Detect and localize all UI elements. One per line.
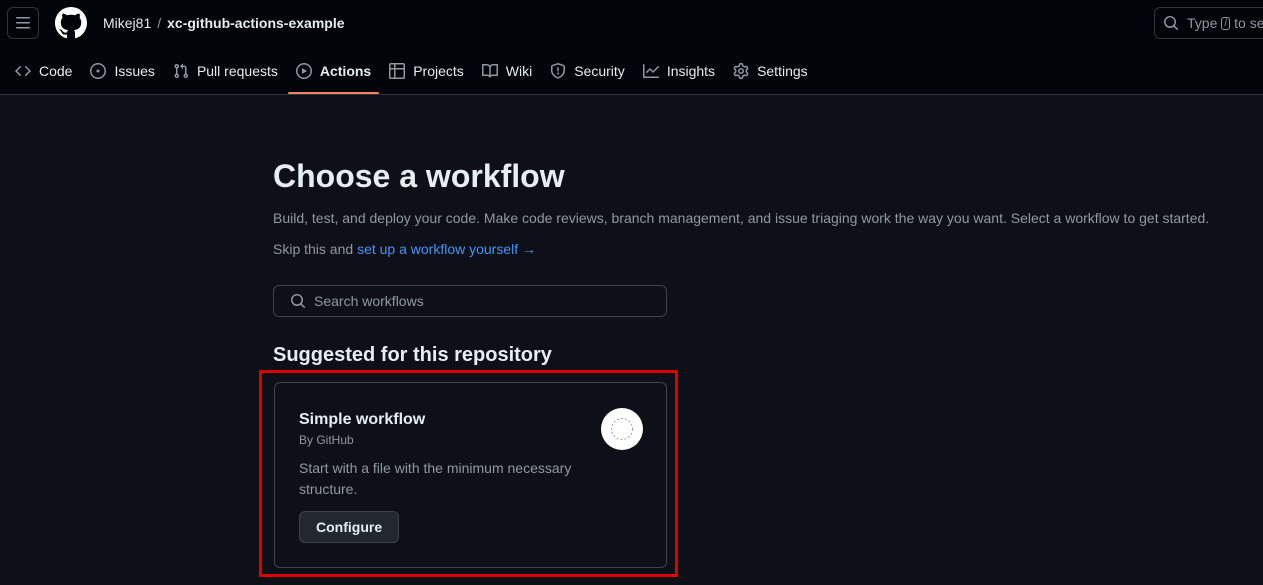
workflow-search-field[interactable] xyxy=(273,285,667,317)
play-icon xyxy=(295,63,312,79)
skip-line: Skip this and set up a workflow yourself… xyxy=(273,239,536,259)
code-icon xyxy=(15,63,31,79)
search-shortcut-key: / xyxy=(1221,16,1231,30)
tab-label: Actions xyxy=(319,63,372,79)
breadcrumb: Mikej81 / xc-github-actions-example xyxy=(103,14,345,32)
page-description: Build, test, and deploy your code. Make … xyxy=(273,210,1210,226)
tab-settings[interactable]: Settings xyxy=(725,52,816,90)
tab-label: Insights xyxy=(666,63,716,79)
setup-workflow-yourself-link[interactable]: set up a workflow yourself xyxy=(357,241,518,257)
breadcrumb-owner[interactable]: Mikej81 xyxy=(103,15,151,31)
issue-opened-icon xyxy=(90,63,107,79)
github-logo-icon[interactable] xyxy=(55,7,87,39)
tab-projects[interactable]: Projects xyxy=(381,52,472,90)
tab-actions[interactable]: Actions xyxy=(287,52,380,94)
highlight-box xyxy=(259,370,678,577)
skip-prefix: Skip this and xyxy=(273,241,354,257)
tab-insights[interactable]: Insights xyxy=(635,52,723,90)
tab-code[interactable]: Code xyxy=(7,52,80,90)
tab-label: Wiki xyxy=(505,63,533,79)
book-icon xyxy=(481,63,498,79)
hamburger-icon xyxy=(16,17,30,29)
tab-pull-requests[interactable]: Pull requests xyxy=(165,52,286,90)
app-header: Mikej81 / xc-github-actions-example Type /… xyxy=(0,0,1263,95)
tab-issues[interactable]: Issues xyxy=(82,52,162,90)
graph-icon xyxy=(642,63,659,79)
workflow-search-input[interactable] xyxy=(314,293,644,309)
tab-label: Security xyxy=(574,63,625,79)
search-icon xyxy=(1164,16,1179,31)
tab-label: Settings xyxy=(757,63,808,79)
tab-label: Projects xyxy=(413,63,464,79)
repo-nav: Code Issues Pull requests Actions Projec… xyxy=(0,52,818,94)
tab-label: Code xyxy=(39,63,73,79)
global-search-button[interactable]: Type / to se xyxy=(1154,7,1263,39)
tab-wiki[interactable]: Wiki xyxy=(474,52,540,90)
search-prefix: Type xyxy=(1187,15,1218,31)
breadcrumb-separator: / xyxy=(157,15,162,31)
breadcrumb-repo[interactable]: xc-github-actions-example xyxy=(167,15,344,31)
tab-label: Pull requests xyxy=(196,63,278,79)
git-pull-request-icon xyxy=(173,63,189,79)
tab-security[interactable]: Security xyxy=(542,52,633,90)
tab-label: Issues xyxy=(114,63,155,79)
search-suffix: to se xyxy=(1234,15,1263,31)
table-icon xyxy=(389,63,406,79)
search-icon xyxy=(291,294,306,309)
arrow-right-icon: → xyxy=(522,241,537,257)
gear-icon xyxy=(733,63,749,79)
menu-button[interactable] xyxy=(7,7,39,39)
page-title: Choose a workflow xyxy=(273,158,565,194)
shield-icon xyxy=(550,63,566,79)
suggested-heading: Suggested for this repository xyxy=(273,344,552,366)
